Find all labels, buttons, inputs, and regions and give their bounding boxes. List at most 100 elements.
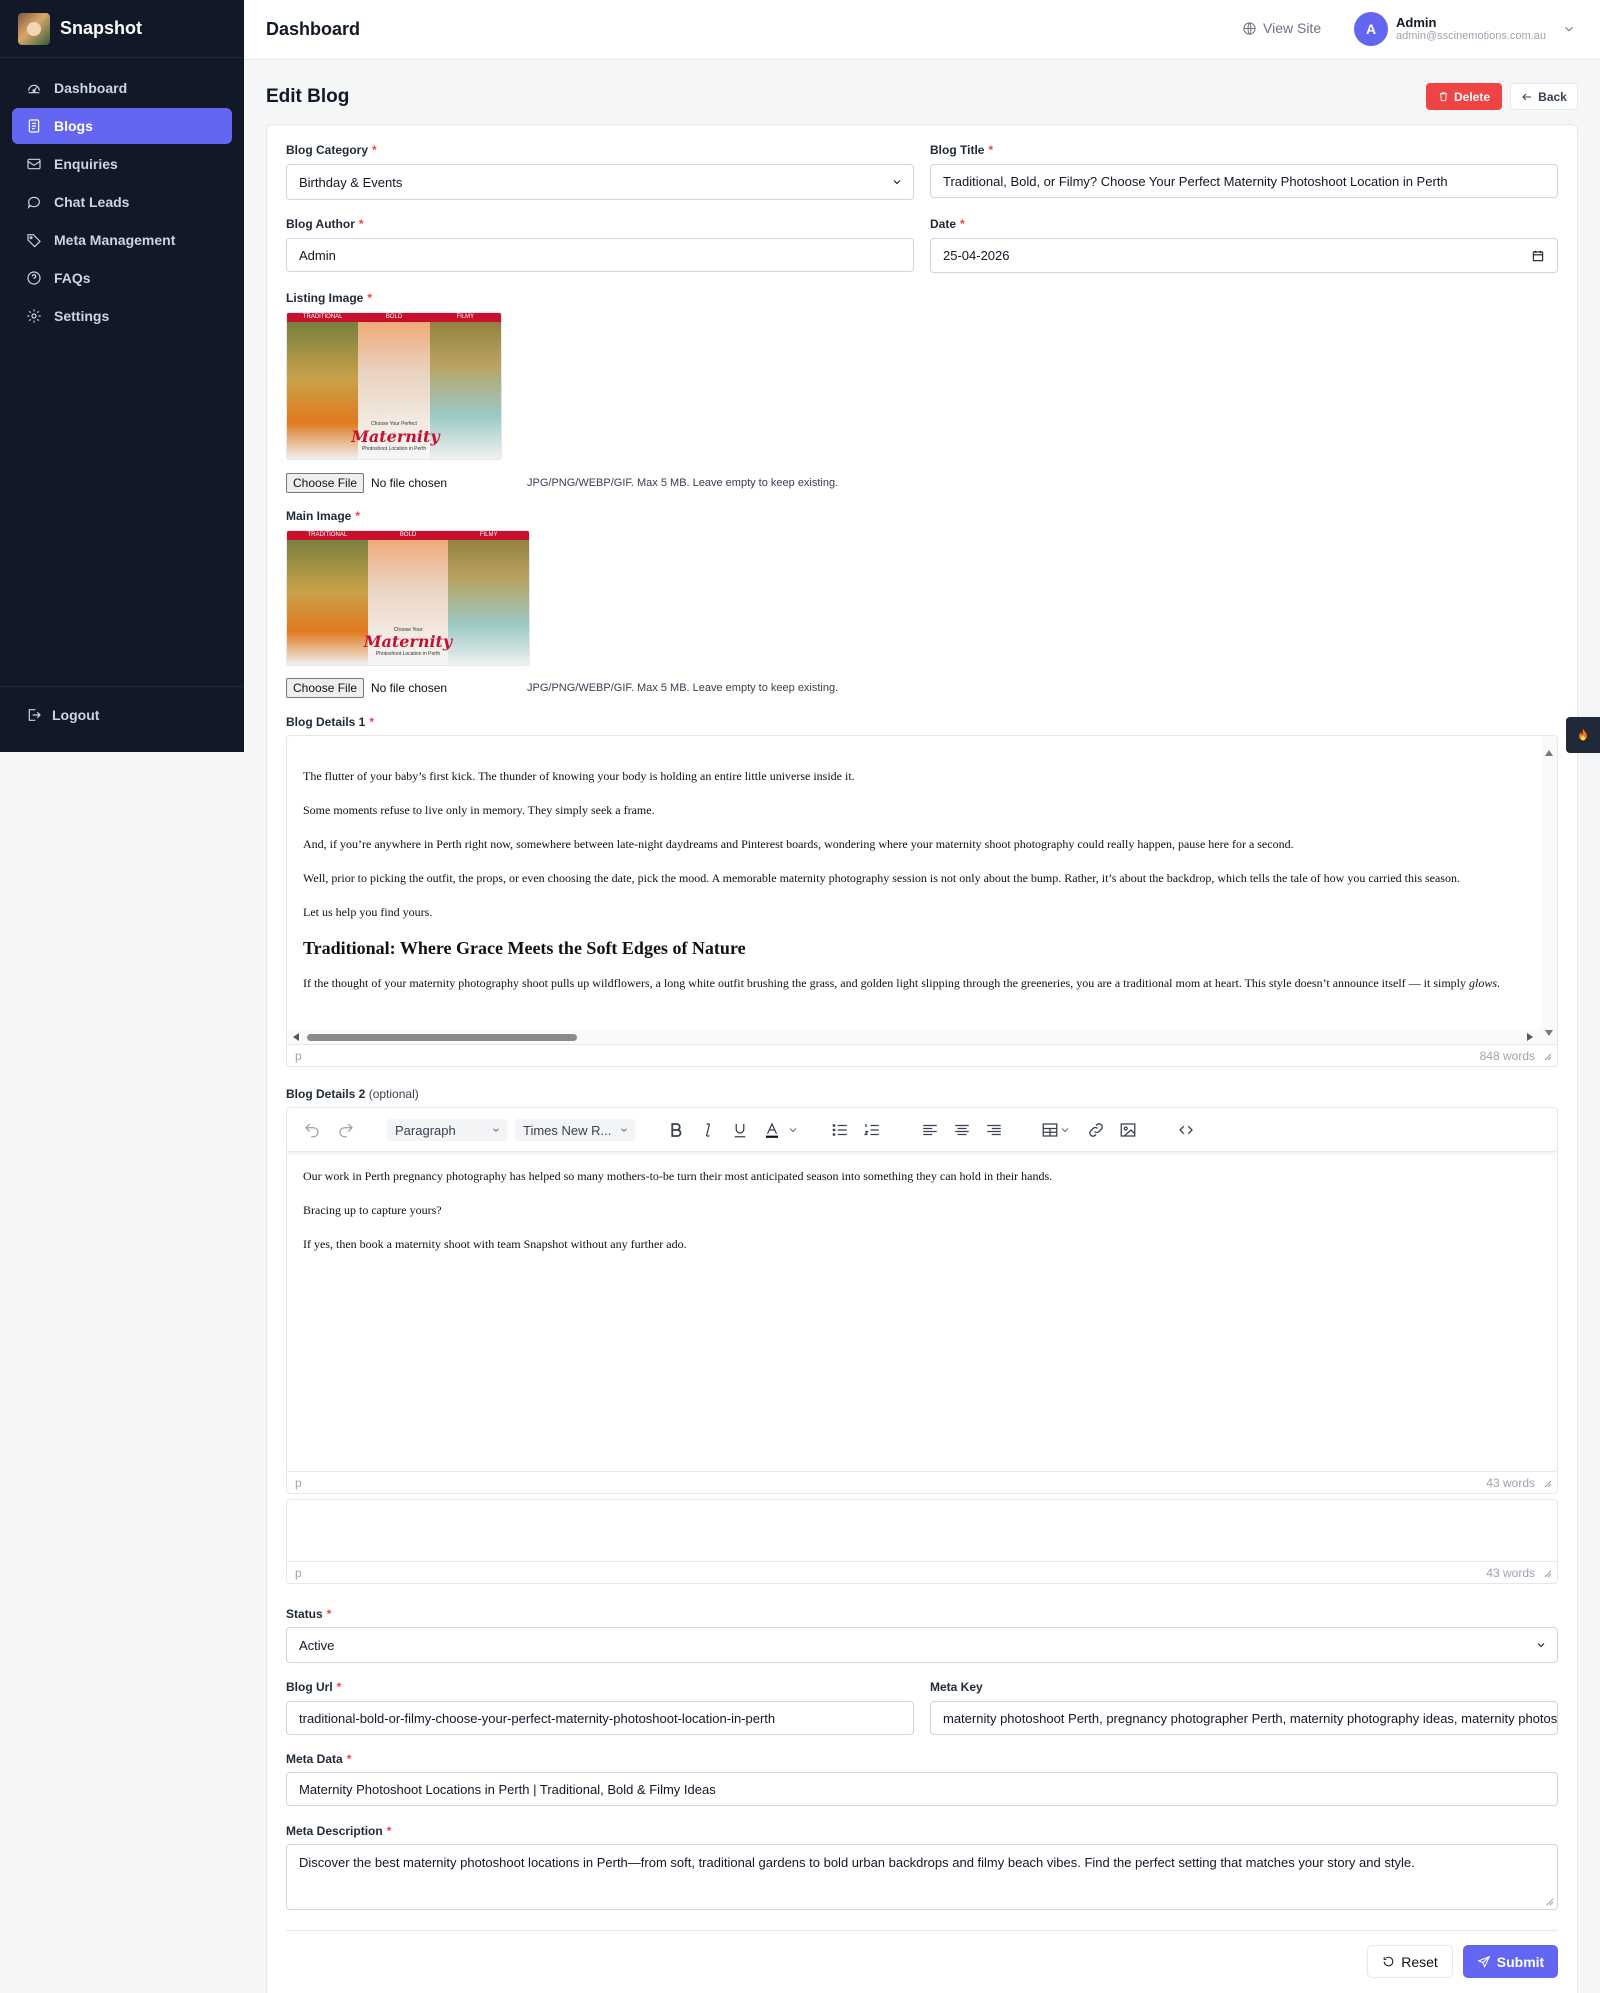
blog-details-2-editor[interactable]: Paragraph Times New R... Our work in Per… [286, 1107, 1558, 1494]
blog-category-select[interactable]: Birthday & Events [286, 164, 914, 200]
blog-details-2-secondary-editor[interactable]: p 43 words [286, 1499, 1558, 1584]
vertical-scrollbar[interactable] [1541, 736, 1557, 1044]
redo-icon[interactable] [337, 1121, 355, 1139]
sidebar-item-meta-management[interactable]: Meta Management [12, 222, 232, 258]
blog-title-label: Blog Title * [930, 143, 994, 157]
resize-handle-icon[interactable] [1542, 1051, 1552, 1061]
chat-icon [27, 196, 40, 209]
font-family-select[interactable]: Times New R... [515, 1119, 635, 1141]
italic-icon[interactable] [699, 1121, 717, 1139]
blog-author-input[interactable]: Admin [286, 238, 914, 272]
status-label: Status * [286, 1607, 332, 1621]
bullet-list-icon[interactable] [831, 1121, 849, 1139]
blog-title-value: Traditional, Bold, or Filmy? Choose Your… [943, 173, 1448, 189]
sidebar-item-label: Chat Leads [54, 194, 130, 210]
word-count: 43 words [1486, 1566, 1535, 1580]
blog-author-label: Blog Author * [286, 217, 364, 231]
send-icon [1477, 1955, 1491, 1968]
listing-image-hint: JPG/PNG/WEBP/GIF. Max 5 MB. Leave empty … [527, 477, 839, 489]
logout-icon [28, 709, 41, 721]
chevron-down-icon[interactable] [787, 1121, 799, 1139]
source-code-icon[interactable] [1177, 1121, 1195, 1139]
meta-description-value: Discover the best maternity photoshoot l… [299, 1855, 1415, 1870]
date-input[interactable]: 25-04-2026 [930, 238, 1558, 273]
sidebar-item-chat-leads[interactable]: Chat Leads [12, 184, 232, 220]
user-email: admin@sscinemotions.com.au [1396, 30, 1546, 42]
image-icon[interactable] [1119, 1121, 1137, 1139]
underline-icon[interactable] [731, 1121, 749, 1139]
overlay-script-text: Maternity [363, 632, 453, 651]
align-center-icon[interactable] [953, 1121, 971, 1139]
meta-description-textarea[interactable]: Discover the best maternity photoshoot l… [286, 1844, 1558, 1910]
table-icon[interactable] [1041, 1121, 1059, 1139]
horizontal-scrollbar[interactable] [287, 1030, 1541, 1044]
brand-logo [18, 12, 50, 45]
avatar[interactable]: A [1354, 12, 1388, 46]
listing-image-preview: TRADITIONAL BOLD FILMY Choose Your Perfe… [286, 312, 502, 460]
meta-data-input[interactable]: Maternity Photoshoot Locations in Perth … [286, 1772, 1558, 1806]
submit-button[interactable]: Submit [1463, 1945, 1558, 1978]
sidebar-item-dashboard[interactable]: Dashboard [12, 70, 232, 106]
blog-author-value: Admin [299, 247, 336, 263]
blog-category-label: Blog Category * [286, 143, 377, 157]
sidebar-item-enquiries[interactable]: Enquiries [12, 146, 232, 182]
word-count: 43 words [1486, 1476, 1535, 1490]
bold-icon[interactable] [667, 1121, 685, 1139]
editor-paragraph: Let us help you find yours. [303, 905, 433, 919]
chevron-down-icon[interactable] [1562, 22, 1576, 36]
text-color-icon[interactable] [763, 1121, 781, 1139]
delete-label: Delete [1453, 89, 1491, 104]
blog-url-value: traditional-bold-or-filmy-choose-your-pe… [299, 1710, 776, 1726]
reset-label: Reset [1401, 1953, 1438, 1970]
undo-icon[interactable] [303, 1121, 321, 1139]
meta-key-value: maternity photoshoot Perth, pregnancy ph… [943, 1710, 1558, 1726]
resize-handle-icon[interactable] [1542, 1568, 1552, 1578]
sidebar-item-label: Blogs [54, 118, 93, 134]
view-site-link[interactable]: View Site [1242, 20, 1321, 36]
sidebar-item-blogs[interactable]: Blogs [12, 108, 232, 144]
editor-paragraph: The flutter of your baby’s first kick. T… [303, 769, 855, 783]
editor-content[interactable]: Our work in Perth pregnancy photography … [303, 1168, 1529, 1270]
blog-url-input[interactable]: traditional-bold-or-filmy-choose-your-pe… [286, 1701, 914, 1735]
sidebar-footer: Logout [0, 686, 244, 743]
delete-button[interactable]: Delete [1426, 83, 1502, 110]
flame-icon [1579, 728, 1587, 741]
reset-button[interactable]: Reset [1367, 1945, 1453, 1978]
back-button[interactable]: Back [1510, 83, 1578, 110]
blog-title-input[interactable]: Traditional, Bold, or Filmy? Choose Your… [930, 164, 1558, 198]
calendar-icon[interactable] [1531, 249, 1545, 263]
editor-toolbar: Paragraph Times New R... [287, 1108, 1557, 1152]
numbered-list-icon[interactable] [863, 1121, 881, 1139]
blog-details-1-editor[interactable]: The flutter of your baby’s first kick. T… [286, 735, 1558, 1067]
resize-handle-icon[interactable] [1544, 1896, 1554, 1906]
meta-data-value: Maternity Photoshoot Locations in Perth … [299, 1781, 716, 1797]
floating-badge[interactable] [1566, 717, 1600, 753]
chevron-down-icon[interactable] [1059, 1121, 1071, 1139]
editor-paragraph: If the thought of your maternity photogr… [303, 976, 1501, 990]
panel-tag: FILMY [448, 531, 529, 540]
editor-statusbar: p 848 words [287, 1044, 1557, 1066]
resize-handle-icon[interactable] [1542, 1478, 1552, 1488]
meta-key-input[interactable]: maternity photoshoot Perth, pregnancy ph… [930, 1701, 1558, 1735]
brand-name: Snapshot [60, 18, 143, 38]
block-format-select[interactable]: Paragraph [387, 1119, 507, 1141]
main-image-choose-file[interactable]: Choose File [286, 678, 365, 698]
align-right-icon[interactable] [985, 1121, 1003, 1139]
logout-button[interactable]: Logout [12, 699, 232, 731]
block-format-value: Paragraph [395, 1122, 456, 1138]
topbar: Dashboard View Site A Admin admin@sscine… [244, 0, 1600, 60]
link-icon[interactable] [1087, 1121, 1105, 1139]
sidebar-nav: Dashboard Blogs Enquiries Chat Leads Met… [0, 58, 244, 334]
panel-tag: TRADITIONAL [287, 313, 359, 322]
status-select[interactable]: Active [286, 1627, 1558, 1663]
editor-content[interactable]: The flutter of your baby’s first kick. T… [303, 768, 1529, 1009]
sidebar-item-faqs[interactable]: FAQs [12, 260, 232, 296]
meta-key-label: Meta Key [930, 1680, 983, 1694]
brand[interactable]: Snapshot [0, 0, 244, 58]
listing-image-choose-file[interactable]: Choose File [286, 473, 365, 493]
blog-details-2-label: Blog Details 2 (optional) [286, 1087, 419, 1101]
sidebar: Snapshot Dashboard Blogs Enquiries Chat … [0, 0, 244, 752]
sidebar-item-settings[interactable]: Settings [12, 298, 232, 334]
main-image-preview: TRADITIONAL BOLD FILMY Choose Your Mater… [286, 530, 530, 666]
align-left-icon[interactable] [921, 1121, 939, 1139]
